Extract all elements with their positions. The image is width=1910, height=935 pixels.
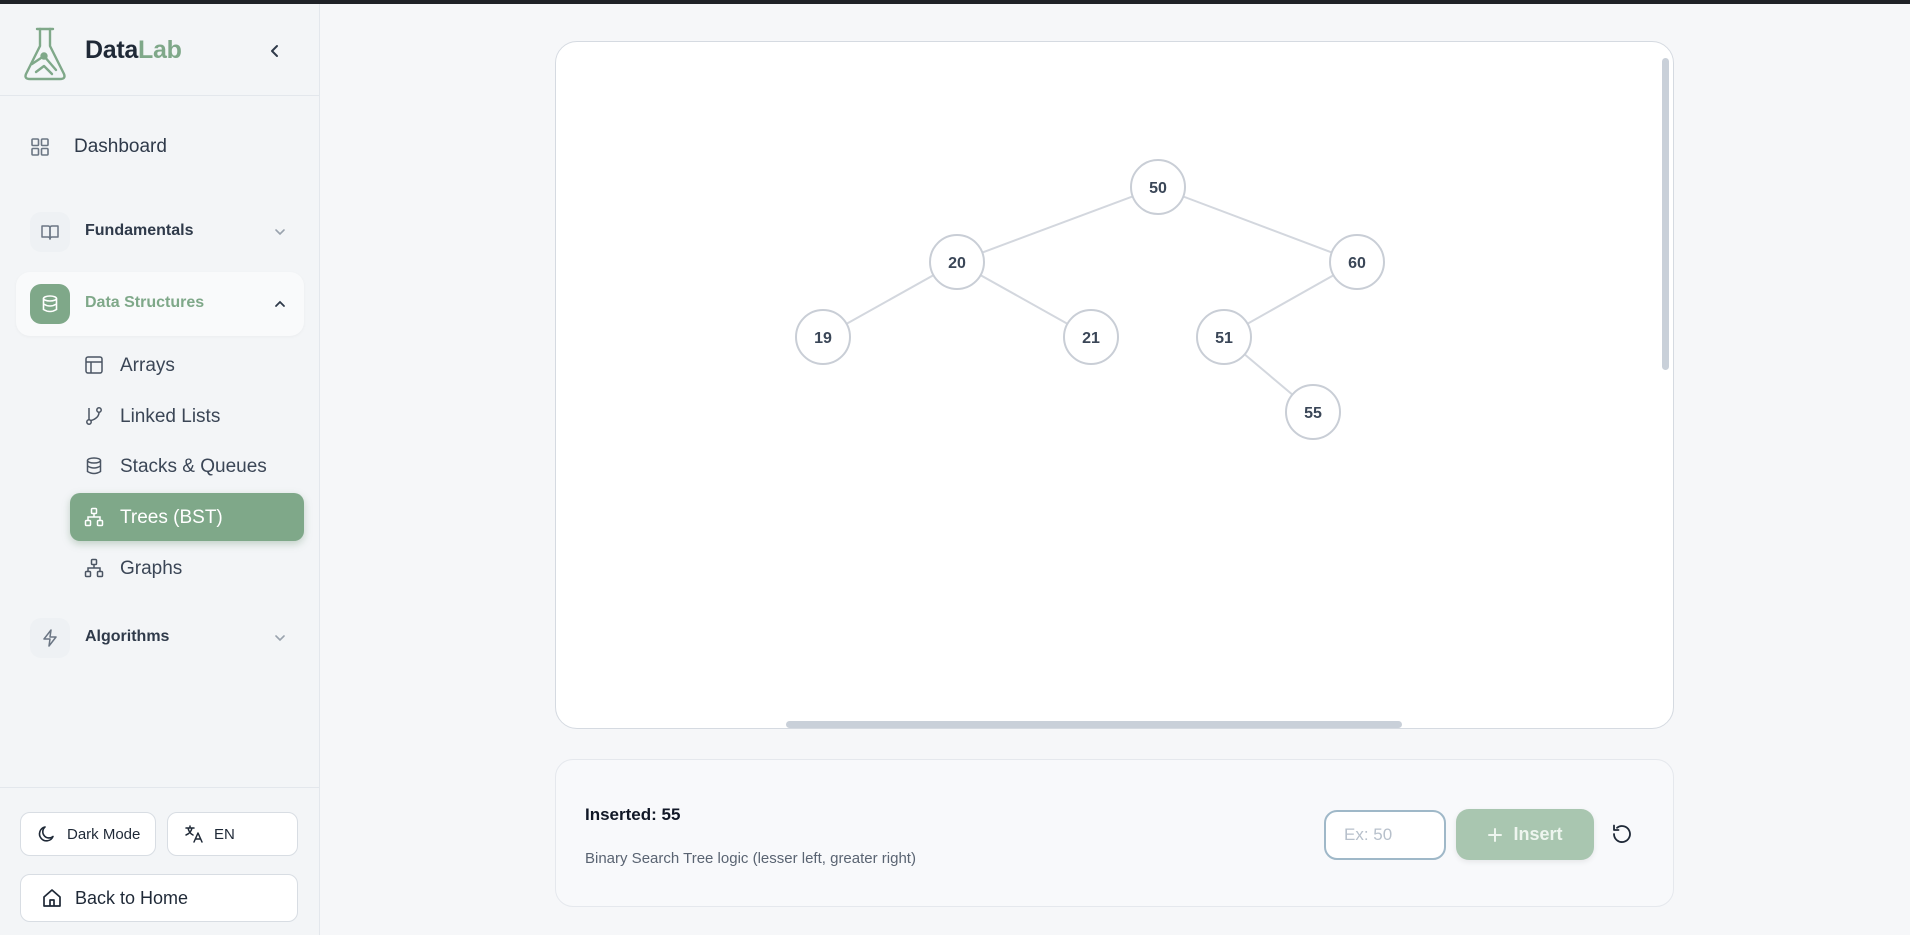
language-label: EN: [214, 825, 235, 843]
nav-group-data-structures[interactable]: Data Structures: [16, 272, 304, 336]
sidebar-item-label: Trees (BST): [120, 507, 223, 528]
translate-icon: [184, 824, 204, 844]
language-button[interactable]: EN: [167, 812, 298, 856]
chevron-down-icon: [270, 628, 290, 648]
tree-edge: [1157, 186, 1358, 263]
description-text: Binary Search Tree logic (lesser left, g…: [585, 850, 916, 867]
nav-group-fundamentals-label: Fundamentals: [85, 222, 194, 239]
value-input[interactable]: [1324, 810, 1446, 860]
sidebar-item-linked-lists[interactable]: Linked Lists: [70, 392, 304, 440]
dark-mode-button[interactable]: Dark Mode: [20, 812, 156, 856]
chevron-left-icon: [271, 45, 278, 57]
nav-dashboard-label: Dashboard: [74, 136, 167, 157]
tree-edge: [956, 186, 1159, 263]
git-branch-icon: [84, 406, 104, 426]
brand-name: DataLab: [85, 36, 182, 65]
reset-icon: [1613, 824, 1631, 843]
sidebar-item-arrays[interactable]: Arrays: [70, 341, 304, 389]
sidebar-item-graphs[interactable]: Graphs: [70, 544, 304, 592]
home-icon: [41, 887, 63, 909]
insert-button-label: Insert: [1513, 824, 1563, 844]
tree-node-value: 51: [1215, 330, 1233, 347]
horizontal-scrollbar[interactable]: [786, 721, 1402, 728]
reset-button[interactable]: [1606, 818, 1638, 850]
tree-node[interactable]: 50: [1130, 159, 1186, 215]
tree-node[interactable]: 60: [1329, 234, 1385, 290]
tree-node[interactable]: 19: [795, 309, 851, 365]
grid-icon: [30, 137, 50, 157]
table-icon: [84, 355, 104, 375]
nav-group-algorithms[interactable]: Algorithms: [16, 606, 304, 670]
brand-name-part2: Lab: [138, 36, 182, 64]
sidebar-item-label: Graphs: [120, 558, 183, 579]
tree-node[interactable]: 51: [1196, 309, 1252, 365]
sidebar-item-label: Linked Lists: [120, 406, 221, 427]
vertical-scrollbar[interactable]: [1662, 58, 1669, 370]
nav-group-fundamentals[interactable]: Fundamentals: [16, 200, 304, 264]
tree-node[interactable]: 21: [1063, 309, 1119, 365]
brand-header: DataLab: [0, 4, 319, 96]
back-to-home-button[interactable]: Back to Home: [20, 874, 298, 922]
tree-node[interactable]: 20: [929, 234, 985, 290]
sidebar-item-label: Stacks & Queues: [120, 456, 267, 477]
nav-group-algorithms-label: Algorithms: [85, 628, 170, 645]
tree-node-value: 60: [1348, 255, 1366, 272]
sidebar: DataLab Dashboard Fundamentals Data Stru…: [0, 4, 320, 935]
tree-node-value: 19: [814, 330, 832, 347]
brand-name-part1: Data: [85, 36, 138, 64]
dark-mode-label: Dark Mode: [67, 825, 141, 843]
collapse-sidebar-button[interactable]: [262, 38, 288, 64]
tree-node-value: 50: [1149, 180, 1167, 197]
sidebar-item-label: Arrays: [120, 355, 175, 376]
tree-node-value: 55: [1304, 405, 1322, 422]
tree-node-value: 21: [1082, 330, 1100, 347]
control-panel: Inserted: 55 Binary Search Tree logic (l…: [555, 759, 1674, 907]
tree-node[interactable]: 55: [1285, 384, 1341, 440]
lightning-icon: [30, 618, 70, 658]
nav-dashboard[interactable]: Dashboard: [30, 122, 167, 172]
sidebar-item-trees-bst[interactable]: Trees (BST): [70, 493, 304, 541]
book-icon: [30, 212, 70, 252]
tree-node-value: 20: [948, 255, 966, 272]
flask-logo-icon: [22, 26, 68, 82]
chevron-down-icon: [270, 222, 290, 242]
bst-visualization: 50 20 60 19 21 51 55: [795, 159, 1385, 440]
nav-group-data-structures-label: Data Structures: [85, 294, 205, 311]
sidebar-footer: Dark Mode EN Back to Home: [0, 787, 319, 935]
tree-network-icon: [84, 558, 104, 578]
plus-icon: [1488, 827, 1503, 842]
sidebar-item-stacks-queues[interactable]: Stacks & Queues: [70, 442, 304, 490]
status-text: Inserted: 55: [585, 805, 681, 824]
database-icon: [30, 284, 70, 324]
tree-network-icon: [84, 507, 104, 527]
database-icon: [84, 456, 104, 476]
moon-icon: [37, 824, 57, 844]
insert-button[interactable]: Insert: [1456, 809, 1594, 860]
back-to-home-label: Back to Home: [75, 887, 189, 908]
chevron-up-icon: [270, 294, 290, 314]
tree-canvas[interactable]: 50 20 60 19 21 51 55: [555, 41, 1674, 729]
